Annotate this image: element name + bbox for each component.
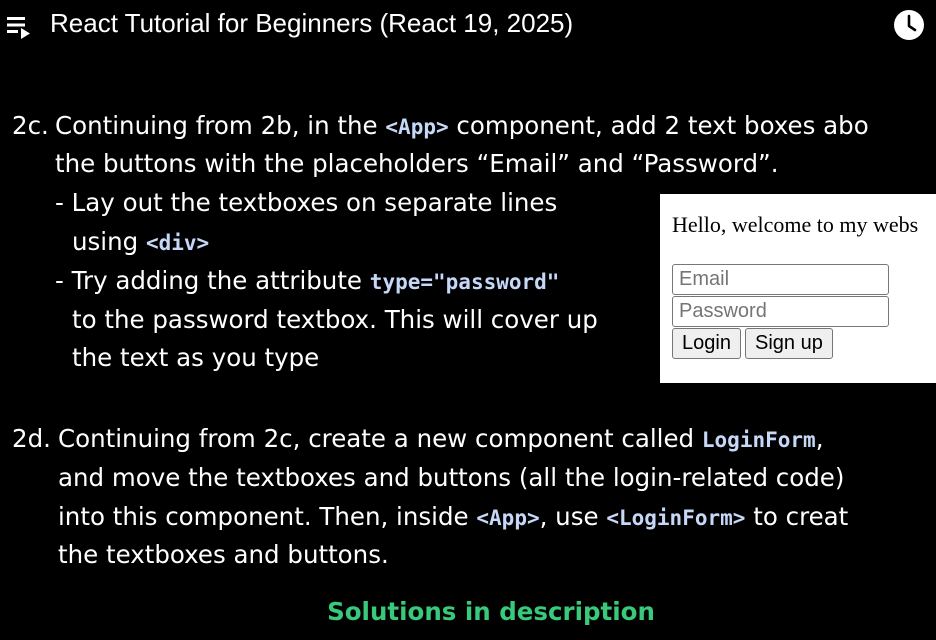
- exercise-2c-bullet-1: - Lay out the textboxes on separate line…: [55, 188, 558, 217]
- exercise-2c-number: 2c.: [12, 111, 49, 140]
- email-input[interactable]: [672, 264, 889, 295]
- exercise-2d-number: 2d.: [12, 424, 51, 453]
- exercise-2c-line-2: the buttons with the placeholders “Email…: [55, 149, 779, 178]
- solutions-note: Solutions in description: [327, 597, 655, 626]
- exercise-2c-line-1: Continuing from 2b, in the <App> compone…: [55, 111, 869, 140]
- exercise-2c-bullet-1-cont: using <div>: [72, 227, 210, 256]
- exercise-2c-bullet-2: - Try adding the attribute type="passwor…: [55, 266, 560, 295]
- signup-button[interactable]: Sign up: [745, 328, 833, 359]
- exercise-2c-bullet-2-end: the text as you type: [72, 343, 320, 372]
- exercise-2d-line-2: and move the textboxes and buttons (all …: [58, 463, 845, 492]
- password-input[interactable]: [672, 296, 889, 327]
- login-button[interactable]: Login: [672, 328, 741, 359]
- exercise-2d-line-3: into this component. Then, inside <App>,…: [58, 502, 849, 531]
- preview-greeting: Hello, welcome to my webs: [672, 212, 919, 237]
- exercise-2c-bullet-2-cont: to the password textbox. This will cover…: [72, 305, 598, 334]
- browser-preview: Hello, welcome to my webs Login Sign up: [660, 194, 936, 383]
- exercise-2d-line-4: the textboxes and buttons.: [58, 540, 389, 569]
- exercise-2d-line-1: Continuing from 2c, create a new compone…: [58, 424, 824, 453]
- tutorial-slide: 2c. Continuing from 2b, in the <App> com…: [0, 0, 936, 640]
